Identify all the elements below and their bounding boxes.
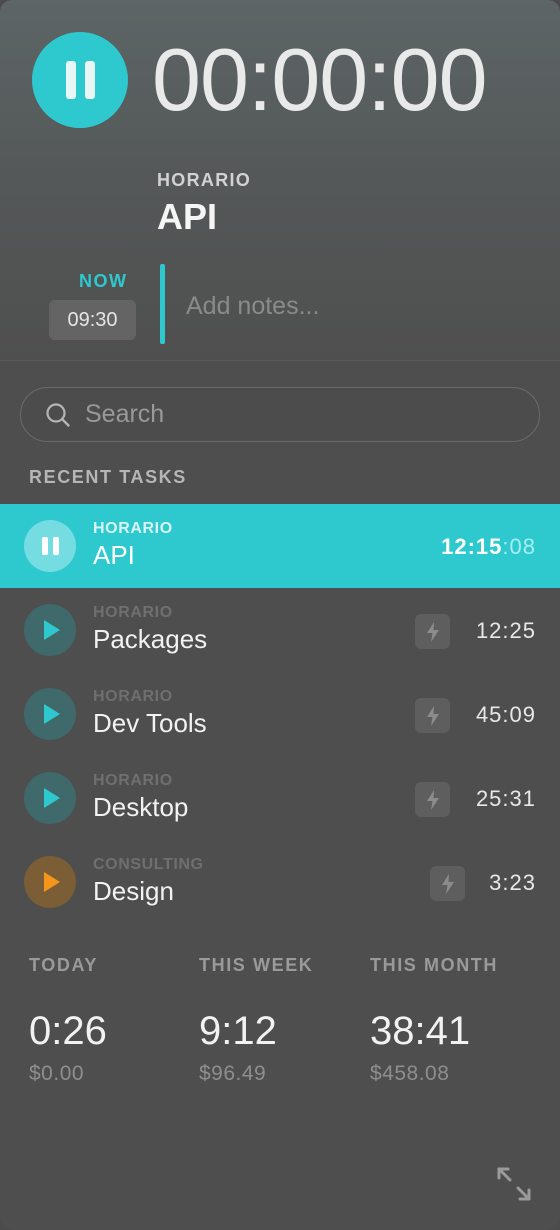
stat-time: 9:12	[199, 1009, 277, 1053]
current-task-title[interactable]: API	[157, 196, 217, 238]
stat-amount: $96.49	[199, 1062, 267, 1085]
task-duration: 12:25	[475, 618, 536, 643]
task-duration: 45:09	[475, 702, 536, 727]
task-project: HORARIO	[93, 520, 173, 537]
stat-label: THIS WEEK	[199, 955, 314, 975]
stat-today: TODAY 0:26 $0.00	[29, 955, 107, 1086]
pause-icon	[65, 61, 95, 99]
play-icon	[44, 872, 60, 892]
expand-button[interactable]	[494, 1164, 534, 1204]
pause-task-button[interactable]	[24, 520, 76, 572]
current-timer-panel: 00:00:00 HORARIO API NOW 09:30	[0, 0, 560, 361]
task-duration-main: 12:15	[441, 534, 503, 559]
time-tracker-window: 00:00:00 HORARIO API NOW 09:30 RECENT TA…	[0, 0, 560, 1230]
bolt-icon	[426, 705, 439, 726]
play-icon	[44, 704, 60, 724]
task-row[interactable]: HORARIO API 12:15:08	[0, 504, 560, 588]
start-task-button[interactable]	[24, 604, 76, 656]
notes-accent-bar	[160, 264, 165, 344]
start-task-button[interactable]	[24, 772, 76, 824]
task-row[interactable]: HORARIO Dev Tools 45:09	[0, 672, 560, 756]
quick-action-button[interactable]	[415, 782, 450, 817]
pause-button[interactable]	[32, 32, 128, 128]
stat-amount: $458.08	[370, 1062, 450, 1085]
play-icon	[44, 788, 60, 808]
task-project: HORARIO	[93, 604, 173, 621]
stat-time: 0:26	[29, 1009, 107, 1053]
search-box[interactable]	[20, 387, 540, 442]
now-label: NOW	[79, 271, 128, 291]
bolt-icon	[441, 873, 454, 894]
stat-this-week: THIS WEEK 9:12 $96.49	[199, 955, 313, 1086]
elapsed-timer: 00:00:00	[152, 30, 488, 129]
stat-this-month: THIS MONTH 38:41 $458.08	[370, 955, 498, 1086]
task-row[interactable]: HORARIO Packages 12:25	[0, 588, 560, 672]
task-project: HORARIO	[93, 688, 173, 705]
start-time-chip[interactable]: 09:30	[49, 300, 136, 340]
search-icon	[46, 402, 70, 427]
task-row[interactable]: HORARIO Desktop 25:31	[0, 756, 560, 840]
expand-icon	[497, 1167, 531, 1201]
start-task-button[interactable]	[24, 856, 76, 908]
bolt-icon	[426, 621, 439, 642]
bolt-icon	[426, 789, 439, 810]
task-name: Design	[93, 876, 174, 906]
current-project-label: HORARIO	[157, 170, 252, 190]
quick-action-button[interactable]	[430, 866, 465, 901]
task-name: Packages	[93, 624, 208, 654]
stat-label: THIS MONTH	[370, 955, 498, 975]
recent-tasks-heading: RECENT TASKS	[29, 467, 187, 487]
task-name: Desktop	[93, 792, 189, 822]
recent-tasks-list: HORARIO API 12:15:08 HORARIO Packages 12…	[0, 504, 560, 924]
notes-input[interactable]	[186, 286, 536, 326]
quick-action-button[interactable]	[415, 614, 450, 649]
pause-icon	[41, 537, 59, 555]
task-duration: 25:31	[475, 786, 536, 811]
search-input[interactable]	[85, 394, 539, 435]
task-name: API	[93, 540, 135, 570]
stat-amount: $0.00	[29, 1062, 85, 1085]
task-duration: 12:15:08	[441, 534, 536, 560]
stat-label: TODAY	[29, 955, 99, 975]
task-name: Dev Tools	[93, 708, 207, 738]
play-icon	[44, 620, 60, 640]
quick-action-button[interactable]	[415, 698, 450, 733]
task-duration: 3:23	[489, 870, 536, 895]
task-project: CONSULTING	[93, 856, 204, 873]
stat-time: 38:41	[370, 1009, 471, 1053]
start-task-button[interactable]	[24, 688, 76, 740]
task-row[interactable]: CONSULTING Design 3:23	[0, 840, 560, 924]
task-duration-seconds: :08	[502, 534, 536, 559]
task-project: HORARIO	[93, 772, 173, 789]
